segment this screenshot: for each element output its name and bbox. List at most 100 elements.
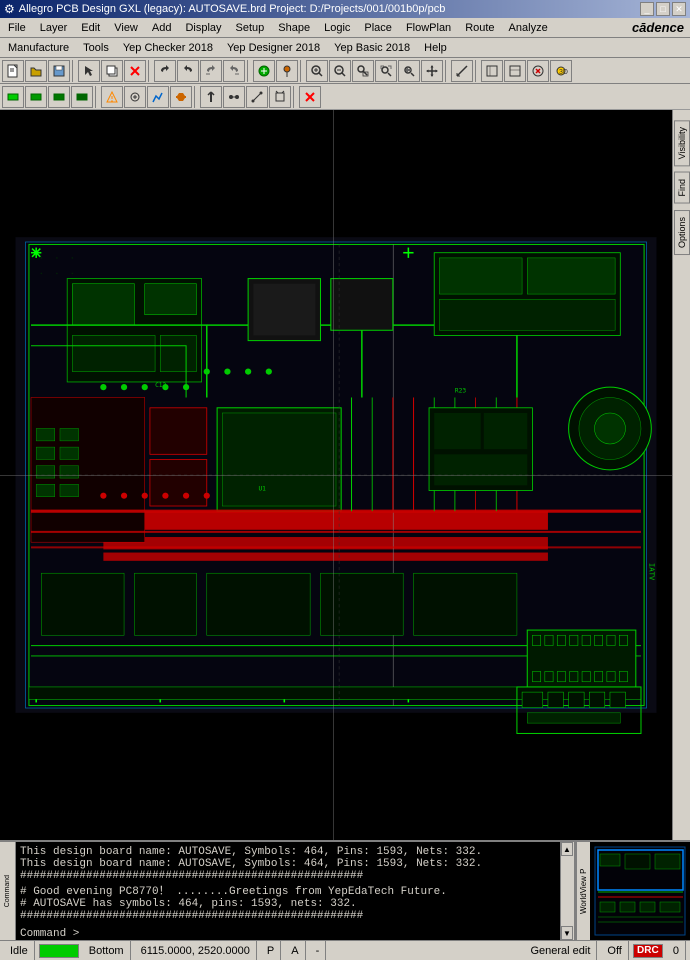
pan-button[interactable] [421,60,443,82]
maximize-button[interactable]: □ [656,2,670,16]
toolbar-sep-4 [300,60,304,82]
tb-extra-1[interactable] [481,60,503,82]
menu-help[interactable]: Help [418,40,453,56]
tb2-7[interactable] [147,86,169,108]
menu-layer[interactable]: Layer [34,20,74,36]
title-bar: ⚙ Allegro PCB Design GXL (legacy): AUTOS… [0,0,690,18]
toolbar-sep-5 [445,60,449,82]
menu-analyze[interactable]: Analyze [503,20,554,36]
tb2-10[interactable] [223,86,245,108]
toolbar-sep-3 [247,60,251,82]
tb-extra-4[interactable]: 3D [550,60,572,82]
menu-file[interactable]: File [2,20,32,36]
toolbar-sep-2 [148,60,152,82]
menu-yep-basic[interactable]: Yep Basic 2018 [328,40,416,56]
svg-text:R23: R23 [455,387,466,394]
menu-bar-1: File Layer Edit View Add Display Setup S… [0,18,690,38]
zoom-fit-button[interactable] [375,60,397,82]
menu-bar-2: Manufacture Tools Yep Checker 2018 Yep D… [0,38,690,58]
menu-place[interactable]: Place [358,20,398,36]
menu-logic[interactable]: Logic [318,20,356,36]
minimize-button[interactable]: _ [640,2,654,16]
cadence-logo: cādence [632,20,688,35]
zoom-prev-button[interactable] [398,60,420,82]
tb-extra-2[interactable] [504,60,526,82]
menu-tools[interactable]: Tools [77,40,115,56]
status-drc[interactable]: DRC [633,944,663,958]
tb2-6[interactable] [124,86,146,108]
options-tab[interactable]: Options [674,210,690,255]
visibility-tab[interactable]: Visibility [674,120,690,166]
status-dash: - [310,941,327,960]
zoom-box-button[interactable] [352,60,374,82]
menu-shape[interactable]: Shape [272,20,316,36]
worldview-label: WorldView P [576,842,590,940]
status-coords: 6115.0000, 2520.0000 [135,941,257,960]
tb2-8[interactable] [170,86,192,108]
new-button[interactable] [2,60,24,82]
status-coord-mode[interactable]: P [261,941,281,960]
tb2-12[interactable] [269,86,291,108]
status-unit[interactable]: A [285,941,305,960]
tb2-4[interactable] [71,86,93,108]
status-bar: Idle Bottom 6115.0000, 2520.0000 P A - G… [0,940,690,960]
zoom-out-button[interactable] [329,60,351,82]
undo2-button[interactable] [200,60,222,82]
open-button[interactable] [25,60,47,82]
scroll-up[interactable]: ▲ [561,842,573,856]
console-scrollbar[interactable]: ▲ ▼ [560,842,574,940]
console-text: This design board name: AUTOSAVE, Symbol… [16,842,560,940]
worldview-canvas [590,842,690,940]
tb2-3[interactable] [48,86,70,108]
menu-route[interactable]: Route [459,20,500,36]
menu-flowplan[interactable]: FlowPlan [400,20,457,36]
toolbar2-sep [95,86,99,108]
status-count: 0 [667,941,686,960]
pin-button[interactable] [276,60,298,82]
tb2-1[interactable] [2,86,24,108]
console-line-1: This design board name: AUTOSAVE, Symbol… [20,846,556,858]
copy-button[interactable] [101,60,123,82]
menu-yep-designer[interactable]: Yep Designer 2018 [221,40,326,56]
console-line-2: This design board name: AUTOSAVE, Symbol… [20,858,556,870]
status-off: Off [601,941,628,960]
find-tab[interactable]: Find [674,172,690,204]
delete-button[interactable] [124,60,146,82]
tb-extra-3[interactable] [527,60,549,82]
measure-button[interactable] [451,60,473,82]
toolbar-2 [0,84,690,110]
menu-manufacture[interactable]: Manufacture [2,40,75,56]
toolbar2-sep3 [293,86,297,108]
menu-setup[interactable]: Setup [230,20,271,36]
console-input[interactable] [79,926,556,940]
zoom-in-button[interactable] [306,60,328,82]
command-label: Command [4,875,11,907]
svg-text:C12: C12 [155,382,166,389]
menu-view[interactable]: View [108,20,144,36]
toolbar-1: 3D [0,58,690,84]
menu-edit[interactable]: Edit [75,20,106,36]
menu-display[interactable]: Display [179,20,227,36]
tb2-del[interactable] [299,86,321,108]
save-button[interactable] [48,60,70,82]
pcb-canvas[interactable]: U1 C12 R23 IATV [0,110,672,840]
svg-text:3D: 3D [559,69,568,76]
console-line-3: ########################################… [20,870,556,882]
menu-yep-checker[interactable]: Yep Checker 2018 [117,40,219,56]
tb2-9[interactable] [200,86,222,108]
undo-button[interactable] [154,60,176,82]
tb2-11[interactable] [246,86,268,108]
right-panel: Visibility Find Options [672,110,690,840]
scroll-down[interactable]: ▼ [561,926,573,940]
app-icon: ⚙ [4,2,15,16]
menu-add[interactable]: Add [146,20,178,36]
tb2-2[interactable] [25,86,47,108]
redo2-button[interactable] [223,60,245,82]
tb2-5[interactable] [101,86,123,108]
redo-button[interactable] [177,60,199,82]
console-left: Command [0,842,16,940]
status-mode: General edit [524,941,597,960]
select-button[interactable] [78,60,100,82]
close-button[interactable]: ✕ [672,2,686,16]
ratsnest-button[interactable] [253,60,275,82]
